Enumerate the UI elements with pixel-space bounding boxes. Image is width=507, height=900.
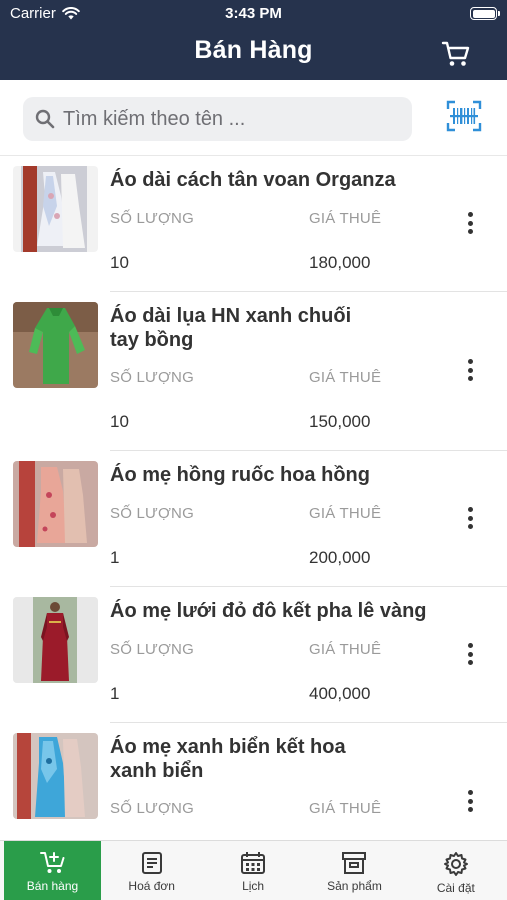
quantity-label: SỐ LƯỢNG	[110, 369, 194, 386]
search-row	[0, 80, 507, 156]
price-value: 400,000	[309, 684, 371, 703]
search-bar[interactable]	[23, 97, 412, 141]
tab-label: Bán hàng	[26, 879, 79, 893]
tab-lich[interactable]: Lịch	[202, 841, 303, 900]
tab-label: Sản phẩm	[327, 879, 382, 893]
barcode-scan-button[interactable]	[446, 100, 482, 132]
product-item[interactable]: Áo mẹ lưới đỏ đô kết pha lê vàng SỐ LƯỢN…	[0, 587, 507, 723]
quantity-value: 1	[110, 684, 120, 703]
search-input[interactable]	[63, 107, 393, 131]
price-label: GIÁ THUÊ	[309, 641, 382, 658]
price-label: GIÁ THUÊ	[309, 369, 382, 386]
product-item[interactable]: Áo dài cách tân voan Organza SỐ LƯỢNG GI…	[0, 156, 507, 292]
tab-ban-hang[interactable]: Bán hàng	[4, 841, 101, 900]
quantity-label: SỐ LƯỢNG	[110, 210, 194, 227]
product-name: Áo dài lụa HN xanh chuối tay bồng	[110, 305, 352, 351]
price-label: GIÁ THUÊ	[309, 210, 382, 227]
search-icon	[35, 109, 55, 129]
more-options-button[interactable]	[459, 504, 481, 532]
product-list[interactable]: Áo dài cách tân voan Organza SỐ LƯỢNG GI…	[0, 156, 507, 840]
product-item[interactable]: Áo mẹ xanh biển kết hoa xanh biển SỐ LƯỢ…	[0, 723, 507, 840]
page-title: Bán Hàng	[194, 36, 313, 64]
quantity-value: 10	[110, 253, 129, 272]
tab-label: Cài đặt	[436, 881, 475, 895]
quantity-label: SỐ LƯỢNG	[110, 641, 194, 658]
product-name: Áo mẹ hồng ruốc hoa hồng	[110, 464, 370, 486]
quantity-label: SỐ LƯỢNG	[110, 505, 194, 522]
more-options-button[interactable]	[459, 640, 481, 668]
cart-plus-icon	[39, 852, 64, 873]
product-item[interactable]: Áo dài lụa HN xanh chuối tay bồng SỐ LƯỢ…	[0, 292, 507, 451]
calendar-icon	[241, 852, 266, 874]
product-image	[13, 597, 98, 683]
barcode-scan-icon	[446, 100, 482, 132]
invoice-icon	[141, 852, 162, 874]
product-item[interactable]: Áo mẹ hồng ruốc hoa hồng SỐ LƯỢNG GIÁ TH…	[0, 451, 507, 587]
tab-hoa-don[interactable]: Hoá đơn	[101, 841, 202, 900]
tab-san-pham[interactable]: Sản phẩm	[304, 841, 405, 900]
price-value: 150,000	[309, 412, 371, 431]
quantity-value: 10	[110, 412, 129, 431]
nav-header: Carrier 3:43 PM Bán Hàng	[0, 0, 507, 80]
product-image	[13, 302, 98, 388]
archive-box-icon	[342, 852, 367, 874]
tab-label: Lịch	[242, 879, 265, 893]
quantity-label: SỐ LƯỢNG	[110, 800, 194, 817]
price-label: GIÁ THUÊ	[309, 505, 382, 522]
clock: 3:43 PM	[225, 5, 282, 22]
product-name: Áo mẹ xanh biển kết hoa xanh biển	[110, 736, 346, 782]
product-image	[13, 461, 98, 547]
quantity-value: 1	[110, 548, 120, 567]
tab-label: Hoá đơn	[128, 879, 175, 893]
more-options-button[interactable]	[459, 787, 481, 815]
tab-cai-dat[interactable]: Cài đặt	[405, 841, 506, 900]
more-options-button[interactable]	[459, 209, 481, 237]
cart-button[interactable]	[441, 40, 471, 68]
product-name: Áo dài cách tân voan Organza	[110, 169, 396, 191]
status-bar: Carrier 3:43 PM	[0, 0, 507, 28]
battery-icon	[470, 7, 500, 20]
cart-icon	[441, 41, 470, 66]
price-label: GIÁ THUÊ	[309, 800, 382, 817]
product-name: Áo mẹ lưới đỏ đô kết pha lê vàng	[110, 600, 427, 622]
price-value: 180,000	[309, 253, 371, 272]
price-value: 200,000	[309, 548, 371, 567]
more-options-button[interactable]	[459, 356, 481, 384]
product-image	[13, 733, 98, 819]
gear-icon	[443, 852, 468, 876]
bottom-tab-bar: Bán hàng Hoá đơn Lịch Sản phẩm Cài đặt	[0, 840, 507, 900]
product-image	[13, 166, 98, 252]
